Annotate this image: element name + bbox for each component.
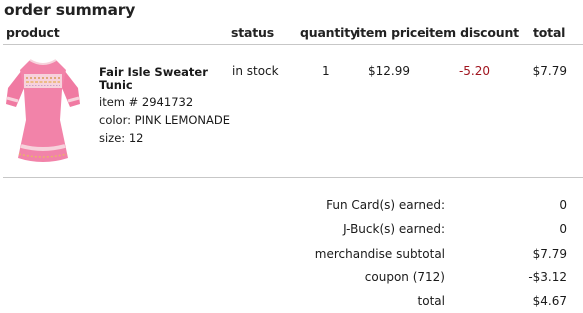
summary-divider (3, 177, 583, 178)
item-price: $12.99 (368, 64, 410, 78)
column-header-status: status (231, 25, 274, 40)
order-total-value: $4.67 (532, 294, 567, 308)
pink-fair-isle-tunic-image[interactable] (4, 54, 82, 172)
item-status: in stock (232, 64, 279, 78)
product-item-number: item # 2941732 (99, 95, 194, 109)
merchandise-subtotal-value: $7.79 (532, 247, 567, 261)
order-total-label: total (417, 294, 445, 308)
header-divider (3, 44, 583, 45)
coupon-value: -$3.12 (528, 270, 567, 284)
column-header-product: product (6, 25, 60, 40)
product-name-link[interactable]: Fair Isle Sweater Tunic (99, 66, 229, 92)
item-discount: -5.20 (458, 64, 490, 78)
column-header-item-discount: item discount (425, 25, 519, 40)
product-color: color: PINK LEMONADE (99, 113, 231, 127)
coupon-label: coupon (712) (364, 270, 445, 284)
item-total: $7.79 (532, 64, 567, 78)
fun-card-value: 0 (559, 198, 567, 212)
merchandise-subtotal-label: merchandise subtotal (314, 247, 445, 261)
column-header-item-price: item price (356, 25, 426, 40)
jbuck-label: J-Buck(s) earned: (343, 222, 445, 236)
order-summary-title: order summary (4, 1, 136, 19)
order-summary-panel: order summary product status quantity it… (0, 0, 583, 313)
fun-card-label: Fun Card(s) earned: (326, 198, 445, 212)
column-header-total: total (533, 25, 566, 40)
jbuck-value: 0 (559, 222, 567, 236)
product-size: size: 12 (99, 131, 144, 145)
item-quantity: 1 (322, 64, 330, 78)
column-header-quantity: quantity (300, 25, 358, 40)
